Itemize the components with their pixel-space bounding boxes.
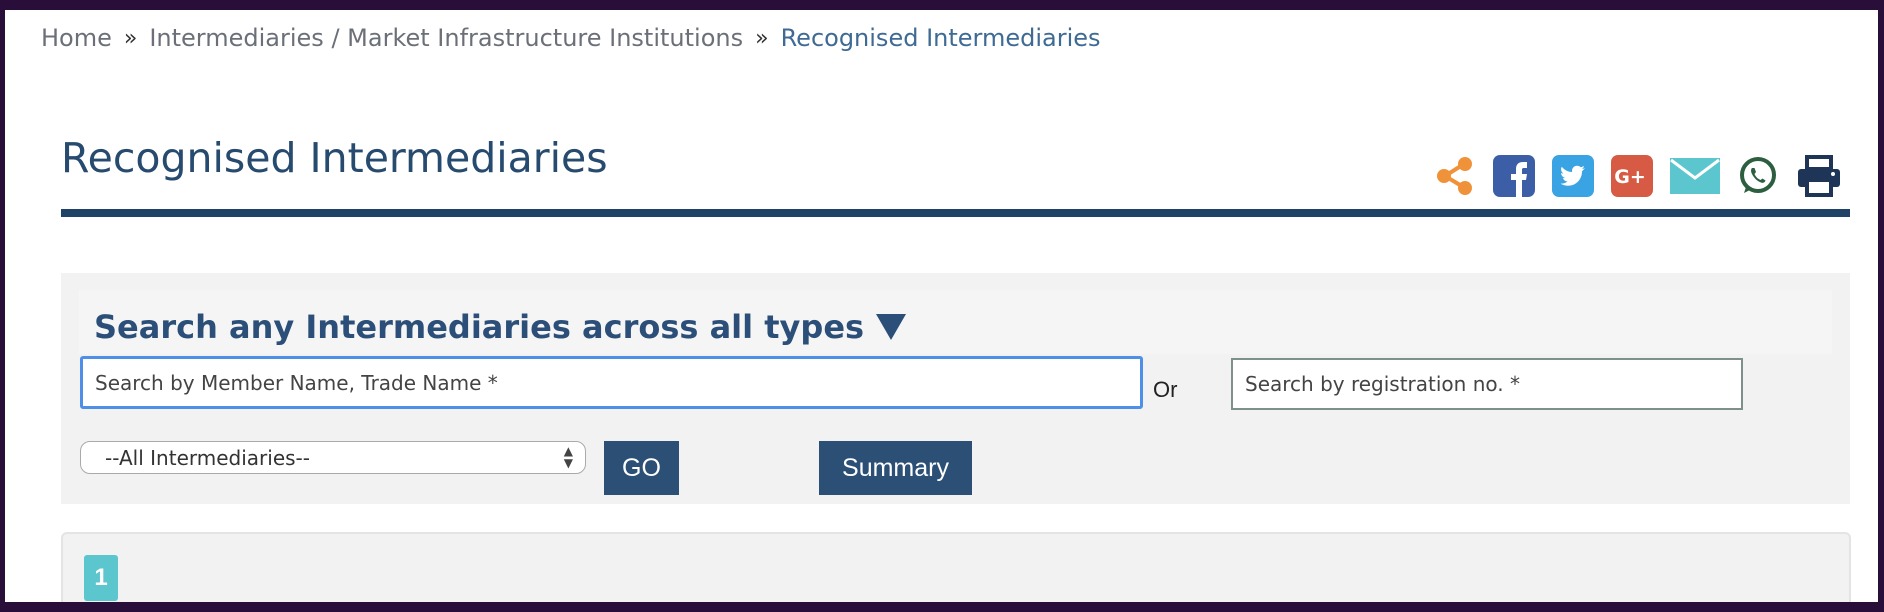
search-panel: Search any Intermediaries across all typ… [61, 273, 1850, 504]
breadcrumb: Home » Intermediaries / Market Infrastru… [41, 24, 1101, 52]
page-title: Recognised Intermediaries [61, 134, 608, 182]
print-icon[interactable] [1796, 155, 1842, 197]
go-button[interactable]: GO [604, 441, 679, 495]
intermediary-type-select[interactable]: --All Intermediaries-- ▲ ▼ [80, 441, 586, 474]
breadcrumb-intermediaries-link[interactable]: Intermediaries / Market Infrastructure I… [149, 24, 743, 52]
or-label: Or [1153, 377, 1178, 402]
member-name-search-input[interactable] [80, 356, 1143, 409]
breadcrumb-current: Recognised Intermediaries [780, 24, 1101, 52]
email-icon[interactable] [1670, 155, 1720, 197]
whatsapp-icon[interactable] [1737, 155, 1779, 197]
search-heading-box[interactable]: Search any Intermediaries across all typ… [79, 290, 1832, 354]
page-number-badge[interactable]: 1 [84, 555, 118, 601]
share-icon[interactable] [1434, 155, 1476, 197]
search-heading-text: Search any Intermediaries across all typ… [94, 308, 865, 346]
page: Home » Intermediaries / Market Infrastru… [5, 10, 1878, 602]
search-heading[interactable]: Search any Intermediaries across all typ… [94, 308, 907, 346]
share-bar: G+ [1434, 155, 1842, 197]
title-divider [61, 209, 1850, 217]
breadcrumb-separator: » [755, 25, 769, 51]
results-panel: 1 [61, 532, 1851, 602]
registration-search-input[interactable] [1231, 358, 1743, 410]
select-arrows-icon: ▲ ▼ [563, 444, 573, 470]
facebook-icon[interactable] [1493, 155, 1535, 197]
summary-button[interactable]: Summary [819, 441, 972, 495]
intermediary-type-select-value: --All Intermediaries-- [105, 445, 310, 470]
google-plus-icon[interactable]: G+ [1611, 155, 1653, 197]
breadcrumb-home-link[interactable]: Home [41, 24, 112, 52]
svg-text:G+: G+ [1614, 166, 1646, 188]
twitter-icon[interactable] [1552, 155, 1594, 197]
caret-down-icon[interactable] [876, 314, 907, 340]
breadcrumb-separator: » [123, 25, 138, 51]
